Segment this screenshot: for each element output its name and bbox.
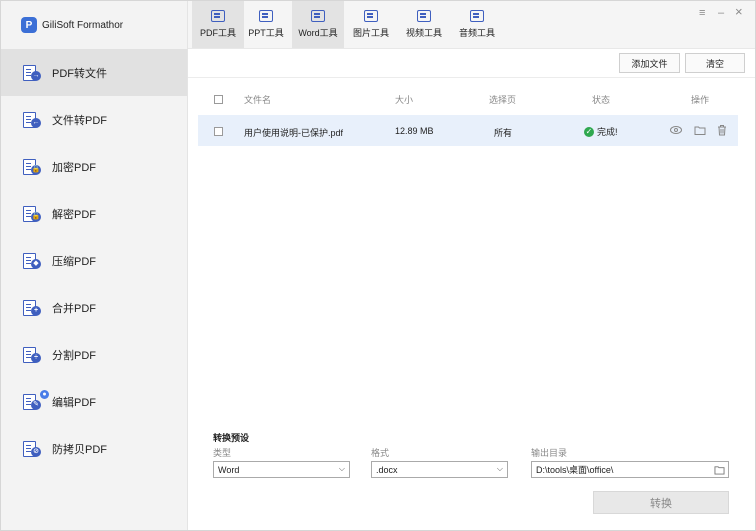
type-select-value: Word — [218, 464, 240, 475]
word-tools-icon — [311, 10, 325, 22]
column-header-status: 状态 — [592, 95, 611, 105]
sidebar-item-label: 防拷贝PDF — [52, 443, 107, 456]
sidebar-item-label: 压缩PDF — [52, 255, 96, 268]
sidebar-item-label: 分割PDF — [52, 349, 96, 362]
sidebar-item-label: 文件转PDF — [52, 114, 107, 127]
file-to-pdf-icon: ← — [23, 111, 41, 129]
tab-label: 视频工具 — [405, 28, 442, 38]
tab-audio-tools[interactable]: 音频工具 — [451, 1, 503, 48]
sidebar-item-edit-pdf[interactable]: ✎ ● 编辑PDF — [1, 378, 187, 425]
sidebar-item-label: 合并PDF — [52, 302, 96, 315]
sidebar-item-label: PDF转文件 — [52, 67, 107, 80]
app-name: GiliSoft Formathor — [42, 19, 124, 31]
image-tools-icon — [364, 10, 378, 22]
sidebar-item-file-to-pdf[interactable]: ← 文件转PDF — [1, 96, 187, 143]
pdf-tools-icon — [211, 10, 225, 22]
sidebar: P GiliSoft Formathor → PDF转文件 ← 文件转PDF 🔒… — [1, 1, 188, 530]
chevron-down-icon: ⌵ — [338, 464, 345, 473]
format-select-value: .docx — [376, 464, 398, 475]
check-circle-icon: ✓ — [584, 126, 594, 137]
video-tools-icon — [417, 10, 431, 22]
column-header-size: 大小 — [395, 95, 414, 105]
tab-label: 图片工具 — [352, 28, 389, 38]
output-dir-value: D:\tools\桌面\office\ — [536, 465, 614, 475]
tab-label: 音频工具 — [458, 28, 495, 38]
divider — [188, 77, 755, 78]
copy-protect-icon: ⊘ — [23, 440, 41, 458]
column-header-pages: 选择页 — [489, 95, 517, 105]
ppt-tools-icon — [259, 10, 273, 22]
tool-tabs-bar: PDF工具 PPT工具 Word工具 图片工具 视频工具 音频工具 ≡ – × — [188, 1, 755, 49]
app-logo-icon: P — [21, 17, 37, 33]
close-icon[interactable]: × — [735, 4, 743, 19]
tab-word-tools[interactable]: Word工具 — [292, 1, 344, 48]
sidebar-item-encrypt-pdf[interactable]: 🔒 加密PDF — [1, 143, 187, 190]
edit-icon: ✎ ● — [23, 389, 49, 411]
output-dir-label: 输出目录 — [531, 448, 568, 458]
row-checkbox[interactable] — [214, 127, 223, 136]
preview-eye-icon[interactable] — [670, 124, 682, 136]
tab-ppt-tools[interactable]: PPT工具 — [240, 1, 292, 48]
convert-button[interactable]: 转换 — [593, 491, 729, 514]
brand: P GiliSoft Formathor — [1, 1, 187, 49]
tab-image-tools[interactable]: 图片工具 — [345, 1, 397, 48]
sidebar-item-merge-pdf[interactable]: + 合并PDF — [1, 284, 187, 331]
format-select[interactable]: .docx ⌵ — [371, 461, 508, 478]
sidebar-item-copy-protect-pdf[interactable]: ⊘ 防拷贝PDF — [1, 425, 187, 472]
tab-video-tools[interactable]: 视频工具 — [398, 1, 450, 48]
notification-dot-icon: ● — [40, 389, 49, 399]
output-dir-field[interactable]: D:\tools\桌面\office\ — [531, 461, 729, 478]
browse-folder-icon[interactable] — [714, 465, 725, 475]
delete-trash-icon[interactable] — [716, 124, 728, 136]
file-size: 12.89 MB — [395, 126, 434, 136]
status-text: 完成! — [597, 127, 618, 137]
tab-pdf-tools[interactable]: PDF工具 — [192, 1, 244, 48]
sidebar-item-compress-pdf[interactable]: ◆ 压缩PDF — [1, 237, 187, 284]
chevron-down-icon: ⌵ — [496, 464, 503, 473]
column-header-actions: 操作 — [691, 95, 710, 105]
unlock-icon: 🔓 — [23, 205, 41, 223]
tab-label: Word工具 — [298, 28, 338, 38]
clear-button[interactable]: 清空 — [685, 53, 745, 73]
sidebar-item-label: 加密PDF — [52, 161, 96, 174]
lock-icon: 🔒 — [23, 158, 41, 176]
tab-label: PPT工具 — [248, 28, 284, 38]
app-window: P GiliSoft Formathor → PDF转文件 ← 文件转PDF 🔒… — [0, 0, 756, 531]
sidebar-item-label: 解密PDF — [52, 208, 96, 221]
tab-label: PDF工具 — [199, 28, 236, 38]
open-folder-icon[interactable] — [694, 124, 706, 136]
sidebar-item-label: 编辑PDF — [52, 396, 96, 409]
type-label: 类型 — [213, 448, 232, 458]
compress-icon: ◆ — [23, 252, 41, 270]
split-icon: ÷ — [23, 346, 41, 364]
file-name: 用户使用说明-已保护.pdf — [244, 128, 344, 138]
sidebar-item-split-pdf[interactable]: ÷ 分割PDF — [1, 331, 187, 378]
format-label: 格式 — [371, 448, 390, 458]
add-file-button[interactable]: 添加文件 — [619, 53, 680, 73]
preset-title: 转换预设 — [213, 433, 250, 443]
type-select[interactable]: Word ⌵ — [213, 461, 350, 478]
audio-tools-icon — [470, 10, 484, 22]
status-badge: ✓ 完成! — [584, 125, 618, 138]
merge-icon: + — [23, 299, 41, 317]
sidebar-item-pdf-to-file[interactable]: → PDF转文件 — [1, 49, 187, 96]
pdf-to-file-icon: → — [23, 64, 41, 82]
select-all-checkbox[interactable] — [214, 95, 223, 104]
menu-icon[interactable]: ≡ — [699, 7, 705, 19]
selected-pages[interactable]: 所有 — [494, 126, 512, 139]
minimize-icon[interactable]: – — [718, 7, 724, 19]
column-header-filename: 文件名 — [244, 95, 272, 105]
sidebar-item-decrypt-pdf[interactable]: 🔓 解密PDF — [1, 190, 187, 237]
